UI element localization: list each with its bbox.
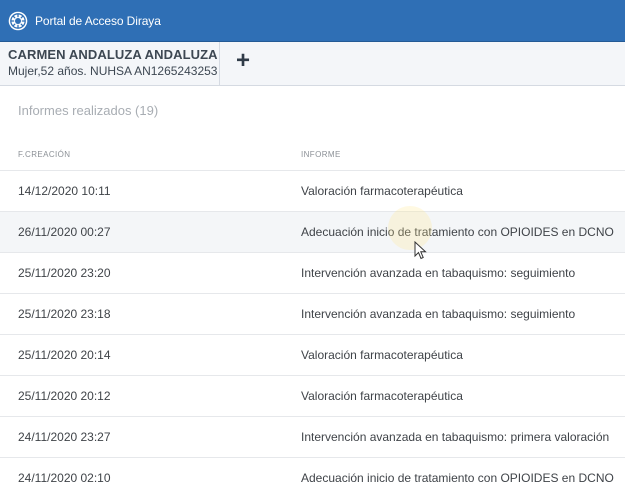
diraya-sun-logo-icon — [8, 11, 28, 30]
row-date: 25/11/2020 20:14 — [18, 348, 111, 362]
patient-bar: CARMEN ANDALUZA ANDALUZA Mujer,52 años. … — [0, 42, 625, 86]
row-report[interactable]: Adecuación inicio de tratamiento con OPI… — [301, 225, 614, 239]
row-report[interactable]: Adecuación inicio de tratamiento con OPI… — [301, 471, 614, 485]
patient-tab[interactable]: CARMEN ANDALUZA ANDALUZA Mujer,52 años. … — [0, 42, 220, 86]
reports-table: 14/12/2020 10:11 Valoración farmacoterap… — [0, 170, 625, 486]
row-report[interactable]: Valoración farmacoterapéutica — [301, 348, 463, 362]
row-report[interactable]: Intervención avanzada en tabaquismo: seg… — [301, 266, 575, 280]
app-titlebar: Portal de Acceso Diraya — [0, 0, 625, 42]
table-row[interactable]: 25/11/2020 23:18 Intervención avanzada e… — [0, 293, 625, 334]
row-report[interactable]: Valoración farmacoterapéutica — [301, 389, 463, 403]
column-header-report[interactable]: INFORME — [301, 150, 341, 159]
patient-info: Mujer,52 años. NUHSA AN1265243253 — [8, 64, 218, 78]
row-report[interactable]: Valoración farmacoterapéutica — [301, 184, 463, 198]
table-row[interactable]: 25/11/2020 20:12 Valoración farmacoterap… — [0, 375, 625, 416]
row-date: 24/11/2020 23:27 — [18, 430, 111, 444]
reports-title: Informes realizados (19) — [18, 103, 159, 118]
row-date: 25/11/2020 20:12 — [18, 389, 111, 403]
table-row[interactable]: 14/12/2020 10:11 Valoración farmacoterap… — [0, 170, 625, 211]
add-patient-button[interactable]: + — [232, 49, 254, 73]
row-date: 24/11/2020 02:10 — [18, 471, 111, 485]
row-date: 25/11/2020 23:20 — [18, 266, 111, 280]
app-title: Portal de Acceso Diraya — [35, 13, 161, 28]
row-date: 14/12/2020 10:11 — [18, 184, 111, 198]
table-row[interactable]: 25/11/2020 20:14 Valoración farmacoterap… — [0, 334, 625, 375]
row-report[interactable]: Intervención avanzada en tabaquismo: seg… — [301, 307, 575, 321]
table-row[interactable]: 26/11/2020 00:27 Adecuación inicio de tr… — [0, 211, 625, 252]
column-header-creation-date[interactable]: F.CREACIÓN — [18, 150, 70, 159]
row-report[interactable]: Intervención avanzada en tabaquismo: pri… — [301, 430, 609, 444]
patient-name: CARMEN ANDALUZA ANDALUZA — [8, 47, 218, 62]
table-row[interactable]: 24/11/2020 23:27 Intervención avanzada e… — [0, 416, 625, 457]
table-row[interactable]: 25/11/2020 23:20 Intervención avanzada e… — [0, 252, 625, 293]
row-date: 26/11/2020 00:27 — [18, 225, 111, 239]
table-row[interactable]: 24/11/2020 02:10 Adecuación inicio de tr… — [0, 457, 625, 486]
row-date: 25/11/2020 23:18 — [18, 307, 111, 321]
